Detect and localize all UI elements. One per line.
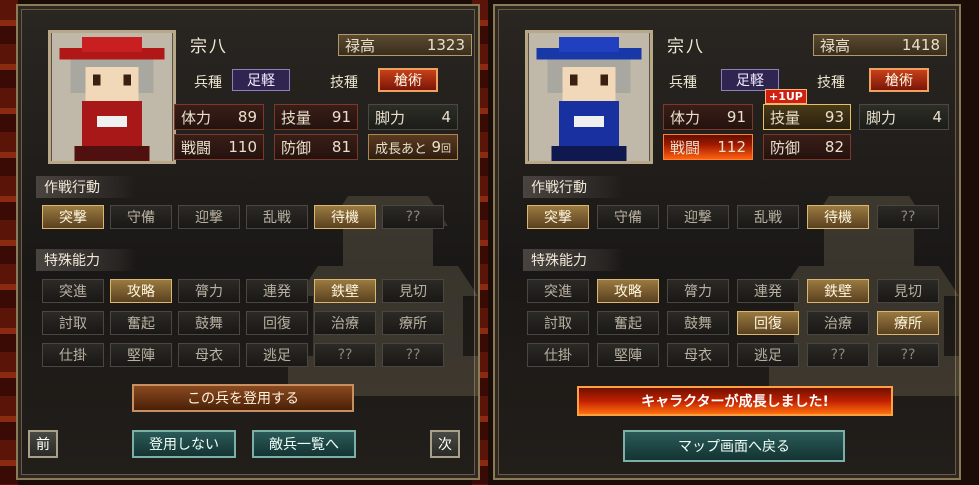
ability-option-3[interactable]: 連発 <box>737 279 799 303</box>
rokudaka-label: 禄高 <box>345 36 376 55</box>
decline-button[interactable]: 登用しない <box>132 430 236 458</box>
soldier-portrait <box>48 30 176 164</box>
ability-option-15[interactable]: 逃足 <box>737 343 799 367</box>
ability-option-0[interactable]: 突進 <box>42 279 104 303</box>
tactic-option-3[interactable]: 乱戦 <box>737 205 799 229</box>
ability-option-7[interactable]: 奮起 <box>110 311 172 335</box>
ability-option-9[interactable]: 回復 <box>737 311 799 335</box>
ability-option-17[interactable]: ?? <box>382 343 444 367</box>
character-grew-banner: キャラクターが成長しました! <box>577 386 893 416</box>
rokudaka-value: 1323 <box>426 36 465 54</box>
ability-option-11[interactable]: 療所 <box>382 311 444 335</box>
stat-defense: 防御 82 <box>763 134 851 160</box>
tactic-option-4[interactable]: 待機 <box>807 205 869 229</box>
stat-skill: 技量 93 <box>763 104 851 130</box>
soldier-portrait <box>525 30 653 164</box>
stat-speed: 脚力 4 <box>859 104 949 130</box>
rokudaka-box: 禄高 1323 <box>338 34 472 56</box>
tactic-option-2[interactable]: 迎撃 <box>178 205 240 229</box>
ability-option-13[interactable]: 堅陣 <box>110 343 172 367</box>
soldier-sprite-red <box>51 33 173 161</box>
stat-growth: 成長あと 9回 <box>368 134 458 160</box>
heishu-label: 兵種 <box>194 75 222 91</box>
tactic-option-0[interactable]: 突撃 <box>42 205 104 229</box>
heishu-value: 足軽 <box>232 69 290 91</box>
ability-option-17[interactable]: ?? <box>877 343 939 367</box>
tactic-option-1[interactable]: 守備 <box>597 205 659 229</box>
heishu-value: 足軽 <box>721 69 779 91</box>
ability-option-8[interactable]: 鼓舞 <box>667 311 729 335</box>
ability-option-14[interactable]: 母衣 <box>178 343 240 367</box>
soldier-sprite-blue <box>528 33 650 161</box>
ability-option-12[interactable]: 仕掛 <box>42 343 104 367</box>
ability-option-7[interactable]: 奮起 <box>597 311 659 335</box>
ability-option-1[interactable]: 攻略 <box>597 279 659 303</box>
stat-hp: 体力 91 <box>663 104 753 130</box>
stat-attack: 戦闘 112 <box>663 134 753 160</box>
ability-option-6[interactable]: 討取 <box>527 311 589 335</box>
enemy-list-button[interactable]: 敵兵一覧へ <box>252 430 356 458</box>
ability-option-2[interactable]: 膂力 <box>178 279 240 303</box>
ability-option-10[interactable]: 治療 <box>807 311 869 335</box>
gijutsu-value: 槍術 <box>378 68 438 92</box>
ability-option-14[interactable]: 母衣 <box>667 343 729 367</box>
tactic-option-3[interactable]: 乱戦 <box>246 205 308 229</box>
tactic-option-4[interactable]: 待機 <box>314 205 376 229</box>
prev-button[interactable]: 前 <box>28 430 58 458</box>
tactic-option-0[interactable]: 突撃 <box>527 205 589 229</box>
ability-option-3[interactable]: 連発 <box>246 279 308 303</box>
tactic-option-1[interactable]: 守備 <box>110 205 172 229</box>
next-button[interactable]: 次 <box>430 430 460 458</box>
ability-option-16[interactable]: ?? <box>807 343 869 367</box>
stat-defense: 防御 81 <box>274 134 358 160</box>
ability-option-0[interactable]: 突進 <box>527 279 589 303</box>
tactic-option-5[interactable]: ?? <box>877 205 939 229</box>
section-tactics: 作戦行動 <box>36 176 136 198</box>
stat-attack: 戦闘 110 <box>174 134 264 160</box>
ability-option-5[interactable]: 見切 <box>382 279 444 303</box>
stat-speed: 脚力 4 <box>368 104 458 130</box>
ability-option-1[interactable]: 攻略 <box>110 279 172 303</box>
return-to-map-button[interactable]: マップ画面へ戻る <box>623 430 845 462</box>
ability-option-2[interactable]: 膂力 <box>667 279 729 303</box>
tactic-option-5[interactable]: ?? <box>382 205 444 229</box>
ability-option-6[interactable]: 討取 <box>42 311 104 335</box>
section-tactics: 作戦行動 <box>523 176 623 198</box>
stat-skill: 技量 91 <box>274 104 358 130</box>
ability-option-13[interactable]: 堅陣 <box>597 343 659 367</box>
rokudaka-box: 禄高 1418 <box>813 34 947 56</box>
heishu-label: 兵種 <box>669 75 697 91</box>
recruit-button[interactable]: この兵を登用する <box>132 384 354 412</box>
ability-option-16[interactable]: ?? <box>314 343 376 367</box>
gijutsu-label: 技種 <box>817 75 845 91</box>
ability-option-15[interactable]: 逃足 <box>246 343 308 367</box>
ability-option-12[interactable]: 仕掛 <box>527 343 589 367</box>
ability-option-4[interactable]: 鉄壁 <box>807 279 869 303</box>
rokudaka-value: 1418 <box>901 36 940 54</box>
ability-option-5[interactable]: 見切 <box>877 279 939 303</box>
level-up-badge: +1UP <box>765 89 807 104</box>
tactic-option-2[interactable]: 迎撃 <box>667 205 729 229</box>
unit-name: 宗八 <box>667 37 705 57</box>
ability-option-8[interactable]: 鼓舞 <box>178 311 240 335</box>
gijutsu-value: 槍術 <box>869 68 929 92</box>
rokudaka-label: 禄高 <box>820 36 851 55</box>
gijutsu-label: 技種 <box>330 75 358 91</box>
ability-option-11[interactable]: 療所 <box>877 311 939 335</box>
recruit-panel: 宗八 禄高 1323 兵種 足軽 技種 槍術 体力 89 技量 91 脚力 4 戦闘 1… <box>16 4 480 480</box>
ability-option-10[interactable]: 治療 <box>314 311 376 335</box>
stat-hp: 体力 89 <box>174 104 264 130</box>
section-abilities: 特殊能力 <box>36 249 136 271</box>
section-abilities: 特殊能力 <box>523 249 623 271</box>
ability-option-4[interactable]: 鉄壁 <box>314 279 376 303</box>
unit-name: 宗八 <box>190 37 228 57</box>
ability-option-9[interactable]: 回復 <box>246 311 308 335</box>
growth-panel: 宗八 禄高 1418 兵種 足軽 技種 槍術 +1UP 体力 91 技量 93 脚力… <box>493 4 961 480</box>
